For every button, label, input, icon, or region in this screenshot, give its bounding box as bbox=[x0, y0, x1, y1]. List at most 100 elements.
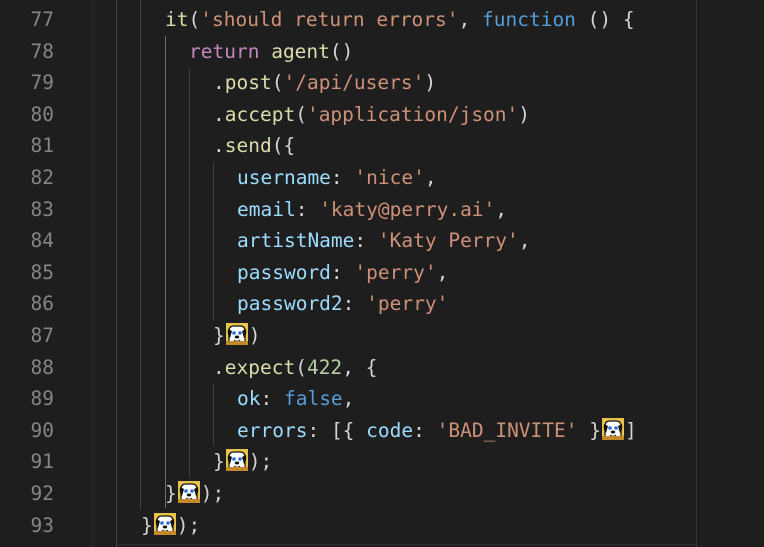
line-number: 77 bbox=[30, 8, 54, 31]
indent-guide-active bbox=[165, 36, 166, 508]
paren: ) bbox=[248, 324, 261, 347]
line-number: 93 bbox=[30, 513, 54, 537]
code-line-90: errors: [{ code: 'BAD_INVITE' }] bbox=[237, 415, 637, 447]
keyword-false: false bbox=[283, 387, 343, 411]
line-number: 85 bbox=[30, 260, 54, 284]
comma: , bbox=[495, 197, 508, 221]
dot: . bbox=[213, 71, 225, 95]
line-number: 89 bbox=[30, 387, 54, 411]
editor-bottom-edge bbox=[118, 544, 698, 545]
brace: } bbox=[141, 513, 153, 537]
string-literal: 'application/json' bbox=[306, 102, 519, 126]
colon: : bbox=[307, 418, 331, 442]
indent-guide bbox=[213, 162, 214, 320]
paren: ( bbox=[271, 71, 284, 95]
property-email: email bbox=[237, 197, 296, 221]
dot: . bbox=[213, 134, 225, 158]
keyword-function: function bbox=[482, 8, 576, 31]
code-line-84: artistName: 'Katy Perry', bbox=[237, 225, 531, 257]
code-line-80: .accept('application/json') bbox=[213, 99, 530, 131]
string-literal: 'BAD_INVITE' bbox=[436, 418, 578, 442]
code-editor[interactable]: 77 78 79 80 81 82 83 84 85 86 87 88 89 9… bbox=[0, 0, 764, 547]
indent-guide bbox=[116, 0, 117, 547]
brace: } bbox=[165, 482, 177, 505]
code-line-81: .send({ bbox=[213, 130, 295, 162]
brace: } bbox=[213, 450, 225, 474]
comma: , bbox=[342, 387, 355, 411]
code-text-area[interactable]: it('should return errors', function () {… bbox=[92, 0, 764, 547]
line-number: 83 bbox=[30, 197, 54, 221]
punctuation: ); bbox=[176, 513, 201, 537]
code-line-92: }); bbox=[165, 478, 224, 510]
line-number: 91 bbox=[30, 450, 54, 474]
property-ok: ok bbox=[237, 387, 261, 411]
property-password: password bbox=[237, 260, 331, 284]
code-line-87: }) bbox=[213, 320, 261, 352]
paren: ) bbox=[518, 102, 531, 126]
colon: : bbox=[354, 229, 378, 253]
indent-guide bbox=[189, 68, 190, 478]
dot: . bbox=[213, 355, 225, 379]
code-line-88: .expect(422, { bbox=[213, 352, 377, 384]
property-errors: errors bbox=[237, 418, 308, 442]
code-line-85: password: 'perry', bbox=[237, 257, 448, 289]
code-line-79: .post('/api/users') bbox=[213, 67, 436, 99]
paren: ) bbox=[424, 71, 437, 95]
cartoon-dog-face-icon bbox=[226, 323, 248, 345]
code-line-89: ok: false, bbox=[237, 383, 354, 415]
cartoon-dog-face-icon bbox=[154, 513, 176, 535]
fn-accept: accept bbox=[224, 102, 296, 126]
punctuation: ); bbox=[200, 482, 225, 505]
paren: ( bbox=[188, 8, 201, 31]
string-literal: '/api/users' bbox=[283, 71, 425, 95]
cartoon-dog-face-icon bbox=[178, 481, 200, 503]
comma: , bbox=[436, 260, 449, 284]
keyword-return: return bbox=[189, 39, 260, 63]
string-literal: 'should return errors' bbox=[200, 8, 459, 31]
indent-guide bbox=[140, 0, 141, 510]
cartoon-dog-face-icon bbox=[602, 418, 624, 440]
line-number: 90 bbox=[30, 418, 54, 442]
line-number: 81 bbox=[30, 134, 54, 158]
code-line-93: }); bbox=[141, 510, 200, 542]
punctuation: } bbox=[577, 418, 601, 442]
punctuation: [{ bbox=[330, 418, 367, 442]
fn-it: it bbox=[165, 8, 189, 31]
string-literal: 'perry' bbox=[354, 260, 437, 284]
line-number: 79 bbox=[30, 71, 54, 95]
fn-send: send bbox=[224, 134, 272, 158]
colon: : bbox=[295, 197, 320, 221]
bracket: ] bbox=[625, 418, 637, 442]
string-literal: 'Katy Perry' bbox=[377, 229, 519, 253]
string-literal: 'katy@perry.ai' bbox=[319, 197, 496, 221]
code-line-86: password2: 'perry' bbox=[237, 288, 448, 320]
comma: , bbox=[424, 166, 437, 189]
dot: . bbox=[213, 102, 225, 126]
property-code: code bbox=[366, 418, 414, 442]
brace: } bbox=[213, 324, 225, 347]
code-line-78: return agent() bbox=[189, 36, 353, 68]
code-line-91: }); bbox=[213, 446, 272, 478]
line-number: 86 bbox=[30, 292, 54, 316]
fn-expect: expect bbox=[224, 355, 296, 379]
line-number: 84 bbox=[30, 229, 54, 253]
line-number: 92 bbox=[30, 482, 54, 505]
line-number-gutter: 77 78 79 80 81 82 83 84 85 86 87 88 89 9… bbox=[0, 0, 90, 547]
comma: , bbox=[458, 8, 482, 31]
property-password2: password2 bbox=[237, 292, 343, 316]
punctuation: () bbox=[329, 39, 354, 63]
colon: : bbox=[330, 166, 355, 189]
punctuation: () { bbox=[575, 8, 635, 31]
line-number: 82 bbox=[30, 166, 54, 189]
colon: : bbox=[330, 260, 355, 284]
colon: : bbox=[413, 418, 437, 442]
punctuation: , { bbox=[342, 355, 378, 379]
cartoon-dog-face-icon bbox=[226, 449, 248, 471]
code-line-77: it('should return errors', function () { bbox=[165, 4, 635, 36]
indent-guide bbox=[213, 383, 214, 446]
punctuation: ({ bbox=[271, 134, 296, 158]
fn-post: post bbox=[224, 71, 272, 95]
property-artistname: artistName bbox=[237, 229, 355, 253]
string-literal: 'nice' bbox=[354, 166, 425, 189]
